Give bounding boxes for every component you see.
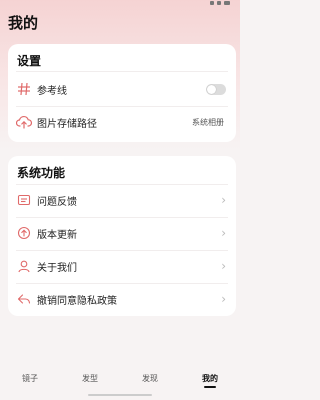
home-indicator: [88, 394, 152, 396]
divider: [16, 71, 228, 72]
tab-label: 镜子: [22, 374, 38, 383]
tab-mine[interactable]: 我的: [180, 362, 240, 392]
row-about-us[interactable]: 关于我们 ›: [8, 250, 236, 282]
image-storage-path-value: 系统相册: [192, 117, 224, 127]
feedback-label: 问题反馈: [37, 196, 77, 208]
status-bar: [0, 0, 240, 10]
tab-label: 发现: [142, 374, 158, 383]
system-functions-title: 系统功能: [17, 166, 66, 180]
chevron-right-icon: ›: [221, 193, 226, 207]
battery-icon: [224, 1, 230, 5]
chevron-right-icon: ›: [221, 292, 226, 306]
tab-label: 发型: [82, 374, 98, 383]
tab-mirror[interactable]: 镜子: [0, 362, 60, 392]
bottom-tab-bar: 镜子 发型 发现 我的: [0, 362, 240, 392]
image-storage-path-label: 图片存储路径: [37, 118, 97, 130]
row-revoke-privacy-consent[interactable]: 撤销同意隐私政策 ›: [8, 283, 236, 315]
chevron-right-icon: ›: [221, 226, 226, 240]
cloud-upload-icon: [16, 114, 32, 130]
row-image-storage-path[interactable]: 图片存储路径 系统相册: [8, 106, 236, 138]
tab-discover[interactable]: 发现: [120, 362, 180, 392]
hash-icon: [16, 81, 32, 97]
tab-label: 我的: [202, 374, 218, 383]
guide-lines-label: 参考线: [37, 85, 67, 97]
version-update-label: 版本更新: [37, 229, 77, 241]
toggle-knob: [207, 84, 216, 94]
wifi-icon: [217, 1, 221, 5]
update-icon: [16, 225, 32, 241]
about-us-label: 关于我们: [37, 262, 77, 274]
feedback-icon: [16, 192, 32, 208]
settings-title: 设置: [17, 54, 42, 68]
chevron-right-icon: ›: [221, 259, 226, 273]
row-feedback[interactable]: 问题反馈 ›: [8, 184, 236, 216]
signal-icon: [210, 1, 214, 5]
status-icons: [210, 1, 230, 5]
active-tab-indicator: [204, 386, 216, 388]
system-functions-card: 系统功能 问题反馈 › 版本更新 › 关于我们 › 撤销同意隐私政策 ›: [8, 156, 236, 316]
tab-hairstyle[interactable]: 发型: [60, 362, 120, 392]
row-guide-lines: 参考线: [8, 73, 236, 105]
revoke-privacy-consent-label: 撤销同意隐私政策: [37, 295, 117, 307]
revoke-icon: [16, 291, 32, 307]
user-icon: [16, 258, 32, 274]
settings-card: 设置 参考线 图片存储路径 系统相册: [8, 44, 236, 142]
guide-lines-toggle[interactable]: [206, 83, 226, 95]
row-version-update[interactable]: 版本更新 ›: [8, 217, 236, 249]
page-title: 我的: [8, 14, 39, 32]
